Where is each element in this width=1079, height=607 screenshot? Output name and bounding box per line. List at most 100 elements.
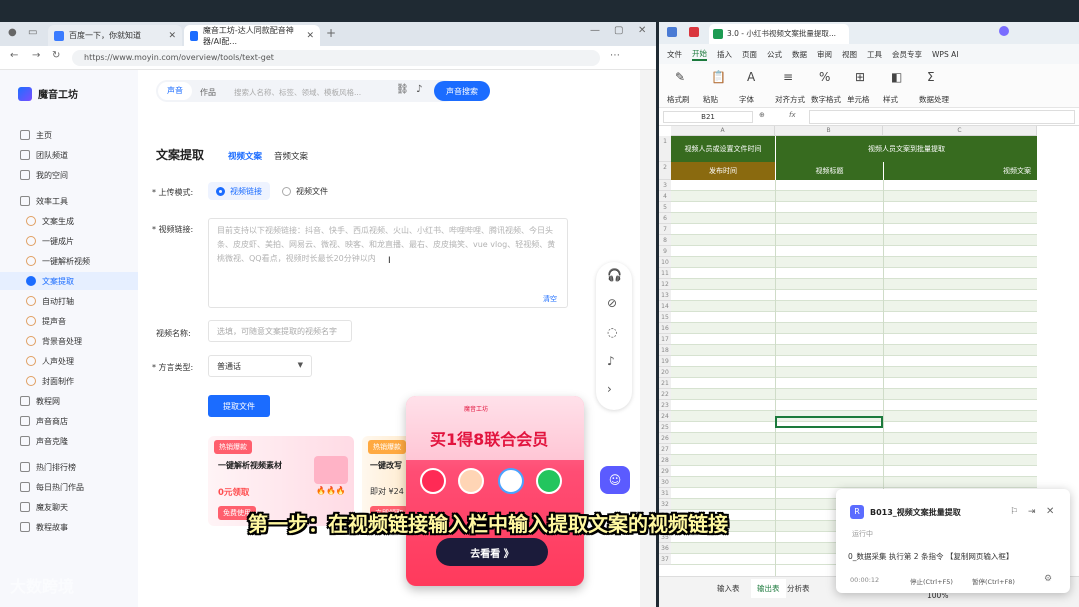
sheet-tab-analysis[interactable]: 分析表 — [787, 583, 810, 594]
menu-item-8[interactable]: 工具 — [867, 49, 882, 60]
automation-notification[interactable]: R B013_视频文案批量提取 ⚐ ⇥ ✕ 运行中 0_数据采集 执行第 2 条… — [836, 489, 1070, 593]
url-field[interactable]: https://www.moyin.com/overview/tools/tex… — [72, 50, 600, 66]
row-header[interactable]: 11 — [659, 268, 671, 279]
sidebar-item-3[interactable]: 效率工具 — [0, 192, 138, 210]
row-header[interactable]: 26 — [659, 433, 671, 444]
grid-row[interactable] — [671, 180, 1037, 191]
settings-icon[interactable]: ⚙ — [1044, 574, 1052, 584]
popup-go-button[interactable]: 去看看 》 — [436, 538, 548, 566]
row-header[interactable]: 6 — [659, 213, 671, 224]
sidebar-item-11[interactable]: 人声处理 — [0, 352, 138, 370]
row-header[interactable]: 18 — [659, 345, 671, 356]
grid-row[interactable] — [671, 334, 1037, 345]
row-header[interactable]: 30 — [659, 477, 671, 488]
tab-actions-icon[interactable]: ▭ — [28, 27, 37, 38]
menu-item-2[interactable]: 插入 — [717, 49, 732, 60]
row-header[interactable]: 27 — [659, 444, 671, 455]
extensions-icon[interactable]: ⋯ — [610, 50, 620, 61]
col-header-c[interactable]: C — [883, 126, 1037, 136]
header-cell-a1[interactable]: 视频人员或设置文件时间 — [671, 136, 775, 162]
pause-button[interactable]: 暂停(Ctrl+F8) — [972, 576, 1015, 586]
menu-item-4[interactable]: 公式 — [767, 49, 782, 60]
upload-icon[interactable]: ◌ — [607, 325, 617, 339]
grid-row[interactable] — [671, 455, 1037, 466]
promo-popup[interactable]: 魔音工坊 买1得8联合会员 去看看 》 — [406, 396, 584, 586]
maximize-icon[interactable]: ▢ — [614, 25, 623, 36]
row-header[interactable]: 37 — [659, 554, 671, 565]
video-name-input[interactable]: 选填，可随意文案提取的视频名字 — [208, 320, 352, 342]
sidebar-item-13[interactable]: 教程网 — [0, 392, 138, 410]
sidebar-item-4[interactable]: 文案生成 — [0, 212, 138, 230]
back-icon[interactable]: ← — [10, 50, 18, 61]
grid-row[interactable] — [671, 213, 1037, 224]
sub-header-a2[interactable]: 发布时间 — [671, 162, 775, 180]
menu-item-1[interactable]: 开始 — [692, 48, 707, 61]
grid-row[interactable] — [671, 367, 1037, 378]
ribbon-label[interactable]: 格式刷 — [667, 94, 690, 105]
grid-row[interactable] — [671, 378, 1037, 389]
grid-row[interactable] — [671, 235, 1037, 246]
sidebar-item-18[interactable]: 魔友聊天 — [0, 498, 138, 516]
clear-link-button[interactable]: 清空 — [543, 294, 557, 304]
mode-file-radio[interactable]: 视频文件 — [274, 182, 336, 200]
ribbon-label[interactable]: 单元格 — [847, 94, 870, 105]
grid-row[interactable] — [671, 224, 1037, 235]
voice-search-button[interactable]: 声音搜索 — [434, 81, 490, 101]
selected-cell[interactable] — [775, 416, 883, 428]
ribbon-label[interactable]: 字体 — [739, 94, 754, 105]
search-input[interactable]: 搜索人名称、标签、领域、模板风格... — [234, 87, 361, 98]
ribbon-icon[interactable]: ✎ — [675, 70, 685, 84]
row-header[interactable]: 1 — [659, 136, 671, 162]
sidebar-item-5[interactable]: 一键成片 — [0, 232, 138, 250]
ribbon-label[interactable]: 样式 — [883, 94, 898, 105]
close-tab-icon[interactable]: ✕ — [306, 31, 314, 41]
row-header[interactable]: 16 — [659, 323, 671, 334]
tab-baidu[interactable]: 百度一下，你就知道 ✕ — [48, 25, 182, 46]
row-header[interactable]: 29 — [659, 466, 671, 477]
ribbon-icon[interactable]: 📋 — [711, 70, 726, 84]
home-icon[interactable] — [667, 27, 677, 37]
grid-row[interactable] — [671, 202, 1037, 213]
ribbon-label[interactable]: 数据处理 — [919, 94, 949, 105]
cell-ref-box[interactable]: B21 — [663, 111, 753, 123]
sidebar-item-8[interactable]: 自动打轴 — [0, 292, 138, 310]
sidebar-item-15[interactable]: 声音克隆 — [0, 432, 138, 450]
tab-work[interactable]: 作品 — [200, 87, 216, 98]
row-header[interactable]: 31 — [659, 488, 671, 499]
doc-icon[interactable] — [689, 27, 699, 37]
sidebar-item-6[interactable]: 一键解析视频 — [0, 252, 138, 270]
pin-icon[interactable]: ⚐ — [1010, 507, 1018, 517]
sidebar-item-17[interactable]: 每日热门作品 — [0, 478, 138, 496]
mode-link-radio[interactable]: 视频链接 — [208, 182, 270, 200]
menu-item-3[interactable]: 页面 — [742, 49, 757, 60]
ribbon-icon[interactable]: ◧ — [891, 70, 902, 84]
grid-row[interactable] — [671, 290, 1037, 301]
tab-video-copy[interactable]: 视频文案 — [228, 150, 262, 162]
menu-item-9[interactable]: 会员专享 — [892, 49, 922, 60]
grid-row[interactable] — [671, 345, 1037, 356]
sidebar-item-12[interactable]: 封面制作 — [0, 372, 138, 390]
header-cell-b1[interactable]: 视频人员文案到批量提取 — [775, 136, 1037, 162]
sidebar-item-0[interactable]: 主页 — [0, 126, 138, 144]
row-header[interactable]: 23 — [659, 400, 671, 411]
user-avatar[interactable] — [999, 26, 1009, 36]
ribbon-icon[interactable]: % — [819, 70, 830, 84]
sidebar-item-19[interactable]: 教程故事 — [0, 518, 138, 536]
ribbon-label[interactable]: 对齐方式 — [775, 94, 805, 105]
row-header[interactable]: 13 — [659, 290, 671, 301]
zoom-formula-icon[interactable]: ⊕ — [759, 111, 765, 119]
tab-voice[interactable]: 声音 — [158, 82, 192, 100]
sheet-tab[interactable]: 3.0 - 小红书视频文案批量提取... — [709, 24, 849, 44]
row-header[interactable]: 28 — [659, 455, 671, 466]
row-header[interactable]: 15 — [659, 312, 671, 323]
minimize-icon[interactable]: — — [590, 25, 600, 36]
row-header[interactable]: 25 — [659, 422, 671, 433]
tab-moyin[interactable]: 魔音工坊-达人同款配音神器/AI配... ✕ — [184, 25, 320, 46]
tiktok-icon[interactable]: ♪ — [416, 84, 422, 95]
fx-label[interactable]: fx — [789, 111, 796, 119]
grid-row[interactable] — [671, 246, 1037, 257]
grid-row[interactable] — [671, 444, 1037, 455]
col-header-b[interactable]: B — [775, 126, 883, 136]
ribbon-label[interactable]: 数字格式 — [811, 94, 841, 105]
grid-row[interactable] — [671, 466, 1037, 477]
